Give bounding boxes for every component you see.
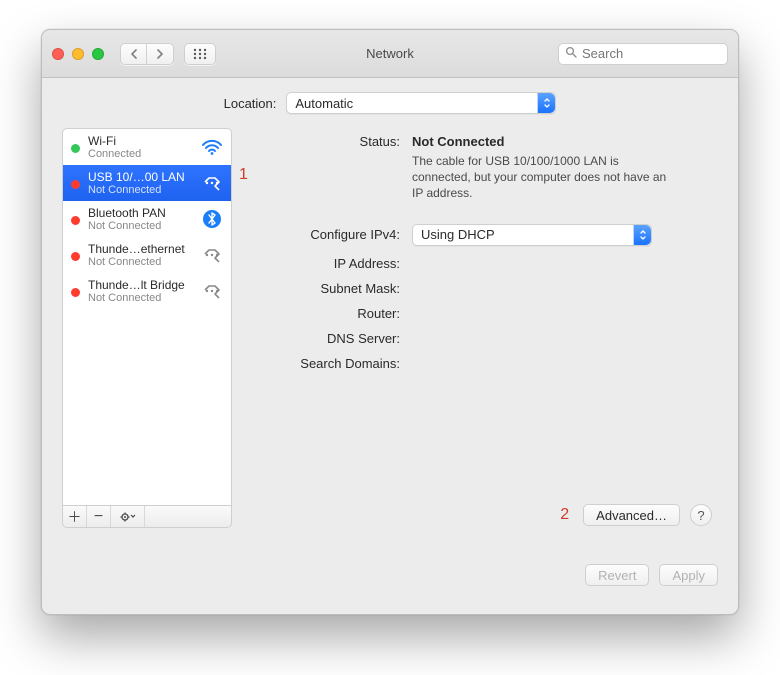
service-detail: 1 Status: Not Connected The cable for US… [244,128,718,528]
add-service-button[interactable]: ＋ [63,506,87,527]
close-button[interactable] [52,48,64,60]
subnet-mask-value [412,281,712,296]
router-value [412,306,712,321]
search-field[interactable] [558,43,728,65]
status-dot-icon [71,180,80,189]
minimize-button[interactable] [72,48,84,60]
service-status: Connected [88,148,193,160]
status-dot-icon [71,144,80,153]
service-name: Thunde…ethernet [88,242,193,256]
remove-service-button[interactable]: − [87,506,111,527]
service-name: USB 10/…00 LAN [88,170,193,184]
nav-buttons [120,43,174,65]
search-icon [565,46,577,61]
service-list[interactable]: Wi-Fi Connected USB 10/…00 LAN Not Conne… [62,128,232,506]
ip-address-label: IP Address: [250,256,400,271]
status-dot-icon [71,288,80,297]
ethernet-icon [201,174,223,192]
status-dot-icon [71,252,80,261]
advanced-button[interactable]: Advanced… [583,504,680,526]
service-item-thunderbolt-ethernet[interactable]: Thunde…ethernet Not Connected [63,237,231,273]
window-controls [52,48,104,60]
back-button[interactable] [121,44,147,64]
bluetooth-icon [201,209,223,229]
revert-button[interactable]: Revert [585,564,649,586]
location-label: Location: [224,96,277,111]
service-status: Not Connected [88,292,193,304]
wifi-icon [201,138,223,156]
service-actions-button[interactable] [111,506,145,527]
location-value: Automatic [295,96,353,111]
apply-button[interactable]: Apply [659,564,718,586]
show-all-button[interactable] [184,43,216,65]
router-label: Router: [250,306,400,321]
chevron-right-icon [156,49,164,59]
service-name: Thunde…lt Bridge [88,278,193,292]
location-select[interactable]: Automatic [286,92,556,114]
configure-ipv4-label: Configure IPv4: [250,227,400,242]
chevron-left-icon [130,49,138,59]
network-preferences-window: Network Location: Automatic [41,29,739,615]
service-status: Not Connected [88,184,193,196]
status-label: Status: [250,134,400,202]
status-dot-icon [71,216,80,225]
service-status: Not Connected [88,256,193,268]
service-item-bluetooth[interactable]: Bluetooth PAN Not Connected [63,201,231,237]
service-list-toolbar: ＋ − [62,506,232,528]
gear-icon [120,511,136,523]
subnet-mask-label: Subnet Mask: [250,281,400,296]
service-sidebar: Wi-Fi Connected USB 10/…00 LAN Not Conne… [62,128,232,528]
annotation-2: 2 [560,506,569,524]
service-item-thunderbolt-bridge[interactable]: Thunde…lt Bridge Not Connected [63,273,231,309]
stepper-icon [537,93,555,113]
titlebar: Network [42,30,738,78]
forward-button[interactable] [147,44,173,64]
search-input[interactable] [582,46,721,61]
service-name: Bluetooth PAN [88,206,193,220]
annotation-1: 1 [239,166,248,184]
stepper-icon [633,225,651,245]
configure-ipv4-select[interactable]: Using DHCP [412,224,652,246]
search-domains-value [412,356,712,371]
content-area: Location: Automatic Wi-Fi Connected [42,78,738,614]
service-status: Not Connected [88,220,193,232]
grid-icon [193,48,207,60]
footer-buttons: Revert Apply [62,564,718,586]
status-value: Not Connected [412,134,504,149]
service-item-wifi[interactable]: Wi-Fi Connected [63,129,231,165]
help-button[interactable]: ? [690,504,712,526]
dns-server-value [412,331,712,346]
service-name: Wi-Fi [88,134,193,148]
dns-server-label: DNS Server: [250,331,400,346]
ethernet-icon [201,246,223,264]
ip-address-value [412,256,712,271]
status-description: The cable for USB 10/100/1000 LAN is con… [412,153,672,202]
search-domains-label: Search Domains: [250,356,400,371]
zoom-button[interactable] [92,48,104,60]
service-item-usb-lan[interactable]: USB 10/…00 LAN Not Connected [63,165,231,201]
configure-ipv4-value: Using DHCP [421,227,495,242]
location-row: Location: Automatic [62,92,718,114]
ethernet-icon [201,282,223,300]
